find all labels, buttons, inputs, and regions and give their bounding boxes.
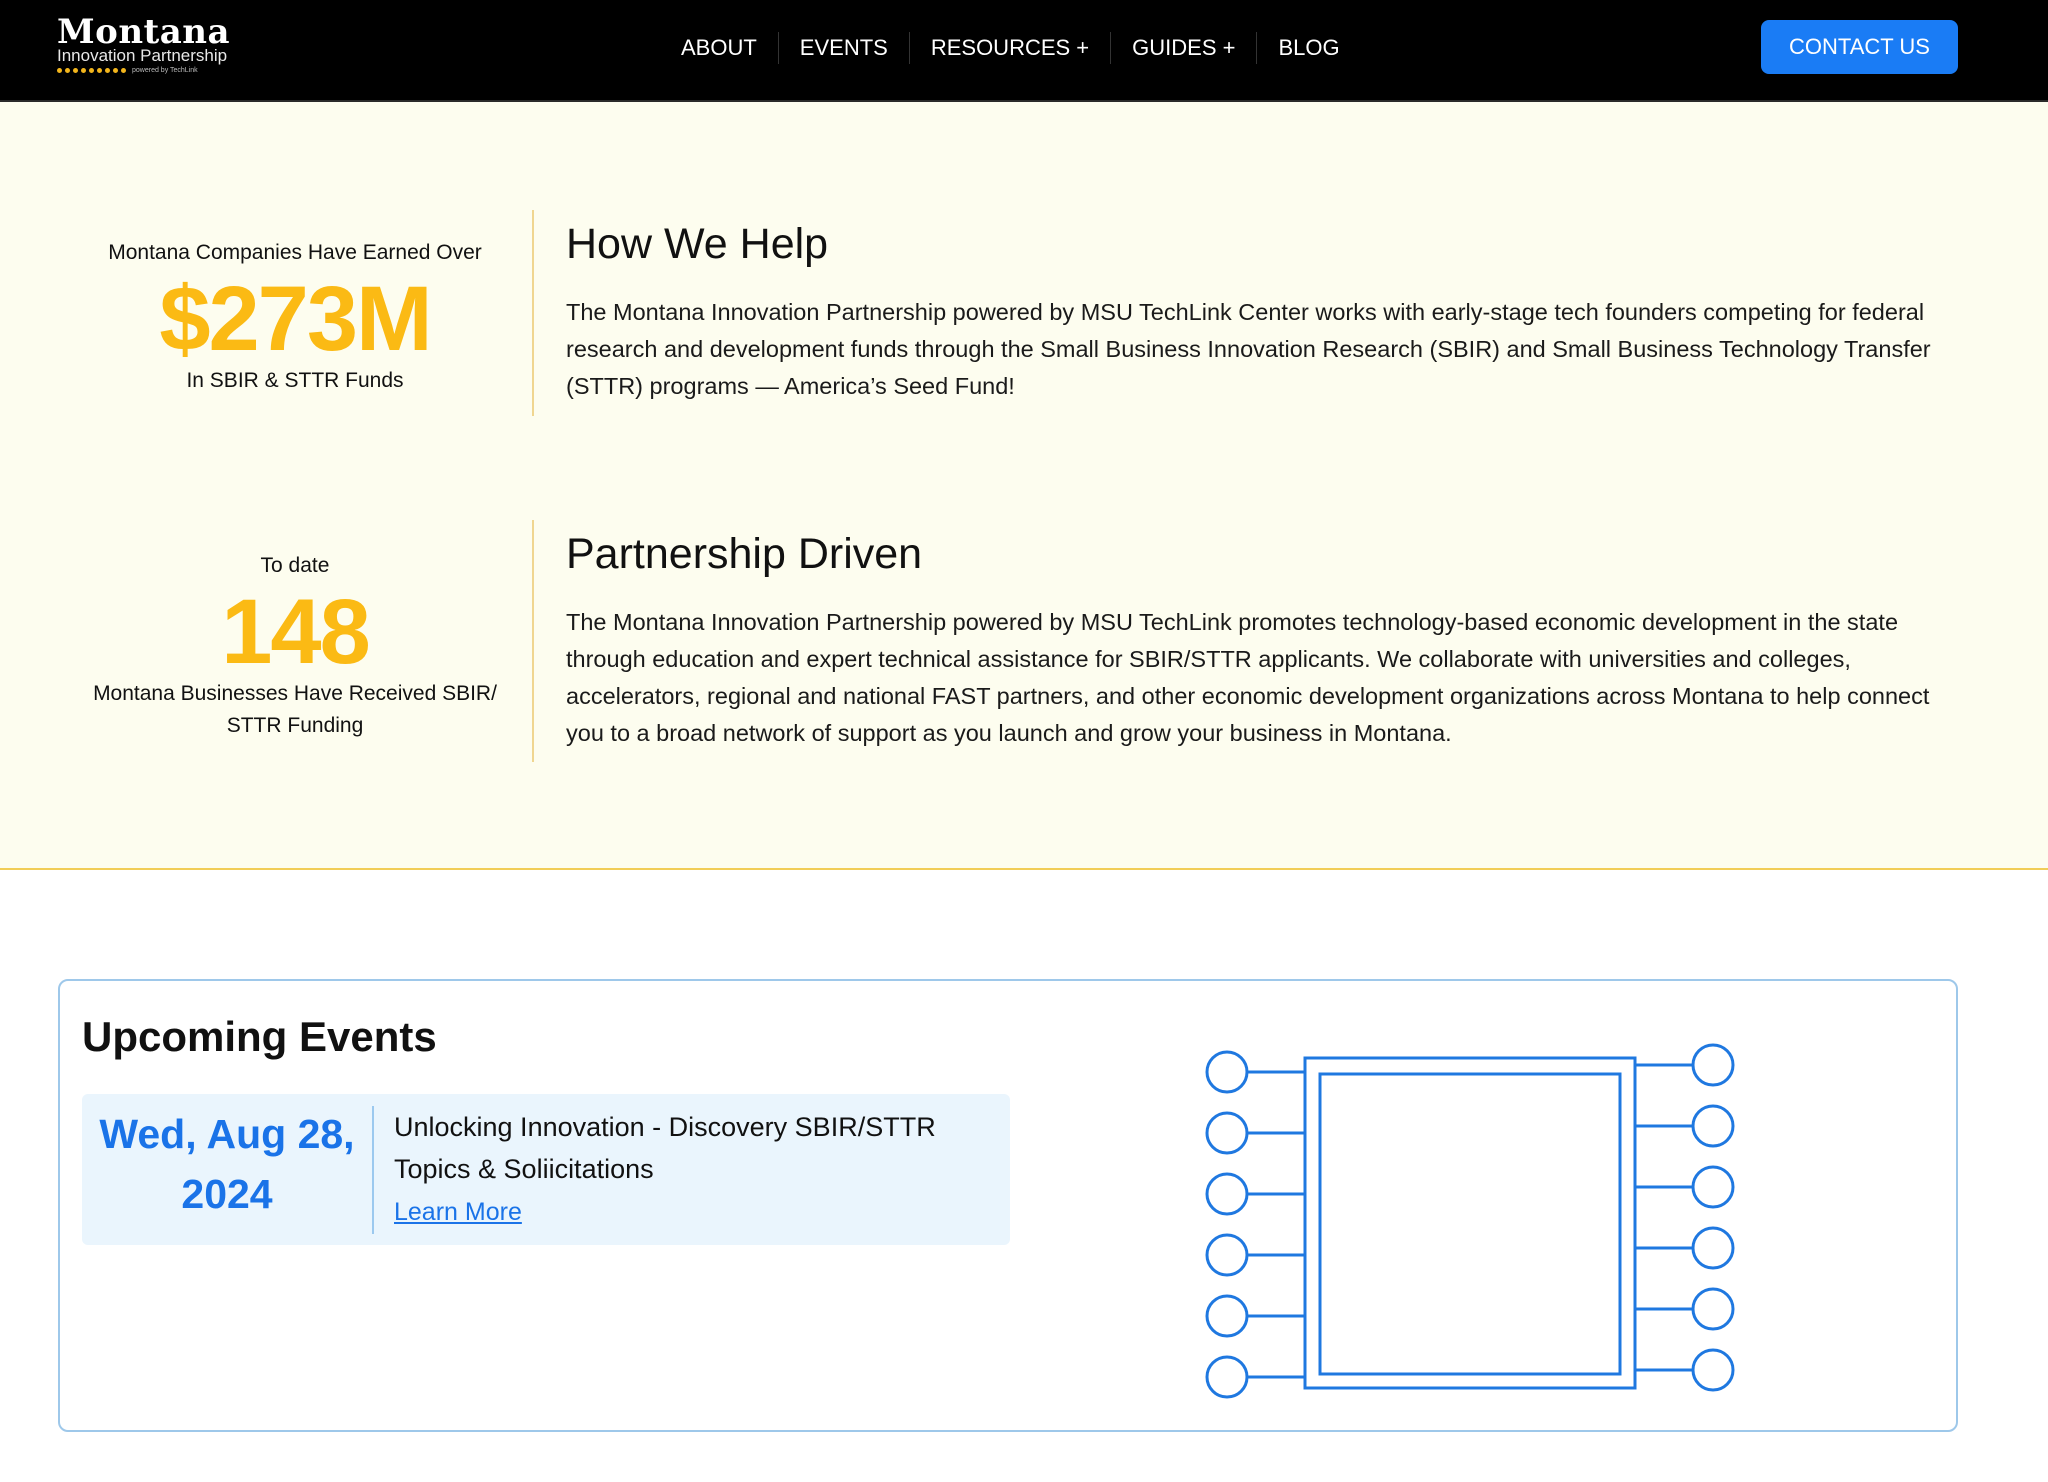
- nav-resources[interactable]: RESOURCES +: [910, 28, 1110, 68]
- stat-funds: Montana Companies Have Earned Over $273M…: [80, 237, 510, 397]
- chip-pin: [1691, 1226, 1735, 1270]
- dot-icon: [81, 68, 86, 73]
- chip-pin: [1691, 1043, 1735, 1087]
- chip-outer: [1303, 1056, 1637, 1390]
- upcoming-events-card: Upcoming Events Wed, Aug 28, 2024 Unlock…: [58, 979, 1958, 1432]
- chip-pins-left: [1205, 1050, 1305, 1399]
- dot-icon: [89, 68, 94, 73]
- section-heading: Partnership Driven: [566, 530, 923, 578]
- stat-post-label: In SBIR & STTR Funds: [186, 369, 404, 392]
- section-heading: How We Help: [566, 220, 829, 268]
- chip-pin: [1205, 1355, 1249, 1399]
- dot-icon: [97, 68, 102, 73]
- learn-more-link[interactable]: Learn More: [394, 1198, 522, 1227]
- dot-icon: [121, 68, 126, 73]
- stat-post-label: Montana Businesses Have Received SBIR/ S…: [93, 682, 497, 737]
- dot-icon: [65, 68, 70, 73]
- chip-pin: [1205, 1294, 1249, 1338]
- event-item: Wed, Aug 28, 2024 Unlocking Innovation -…: [82, 1094, 1010, 1245]
- chip-pin: [1205, 1111, 1249, 1155]
- dot-icon: [73, 68, 78, 73]
- section-divider: [532, 520, 534, 762]
- section-divider: [532, 210, 534, 416]
- logo-dots: powered by TechLink: [57, 67, 198, 74]
- stat-pre-label: Montana Companies Have Earned Over: [108, 241, 482, 264]
- chip-pin: [1205, 1172, 1249, 1216]
- main-nav: ABOUT EVENTS RESOURCES + GUIDES + BLOG: [660, 28, 1361, 68]
- logo-title: Montana: [57, 12, 231, 52]
- chip-pin: [1691, 1104, 1735, 1148]
- stats-section: Montana Companies Have Earned Over $273M…: [0, 102, 2048, 870]
- logo-tagline: powered by TechLink: [132, 67, 198, 74]
- event-divider: [372, 1106, 374, 1234]
- contact-us-button[interactable]: CONTACT US: [1761, 20, 1958, 74]
- events-title: Upcoming Events: [82, 1013, 437, 1060]
- stat-pre-label: To date: [260, 554, 330, 577]
- stat-value: $273M: [159, 268, 432, 370]
- chip-pin: [1205, 1050, 1249, 1094]
- dot-icon: [113, 68, 118, 73]
- nav-guides[interactable]: GUIDES +: [1111, 28, 1256, 68]
- how-we-help: How We Help The Montana Innovation Partn…: [566, 218, 1936, 405]
- chip-pin: [1205, 1233, 1249, 1277]
- site-header: Montana Innovation Partnership powered b…: [0, 0, 2048, 102]
- event-title: Unlocking Innovation - Discovery SBIR/ST…: [394, 1112, 936, 1184]
- chip-inner: [1318, 1072, 1622, 1376]
- partnership-driven: Partnership Driven The Montana Innovatio…: [566, 528, 1936, 752]
- microchip-icon: [1205, 1043, 1735, 1399]
- logo[interactable]: Montana Innovation Partnership powered b…: [57, 12, 231, 80]
- chip-pin: [1691, 1287, 1735, 1331]
- nav-about[interactable]: ABOUT: [660, 28, 778, 68]
- nav-blog[interactable]: BLOG: [1257, 28, 1360, 68]
- stat-businesses: To date 148 Montana Businesses Have Rece…: [80, 550, 510, 742]
- section-body: The Montana Innovation Partnership power…: [566, 299, 1931, 399]
- nav-events[interactable]: EVENTS: [779, 28, 909, 68]
- chip-pins-right: [1635, 1043, 1735, 1392]
- event-date: Wed, Aug 28, 2024: [99, 1111, 355, 1217]
- chip-pin: [1691, 1348, 1735, 1392]
- dot-icon: [105, 68, 110, 73]
- dot-icon: [57, 68, 62, 73]
- logo-subtitle: Innovation Partnership: [57, 46, 228, 65]
- section-body: The Montana Innovation Partnership power…: [566, 609, 1930, 746]
- chip-pin: [1691, 1165, 1735, 1209]
- stat-value: 148: [221, 581, 371, 683]
